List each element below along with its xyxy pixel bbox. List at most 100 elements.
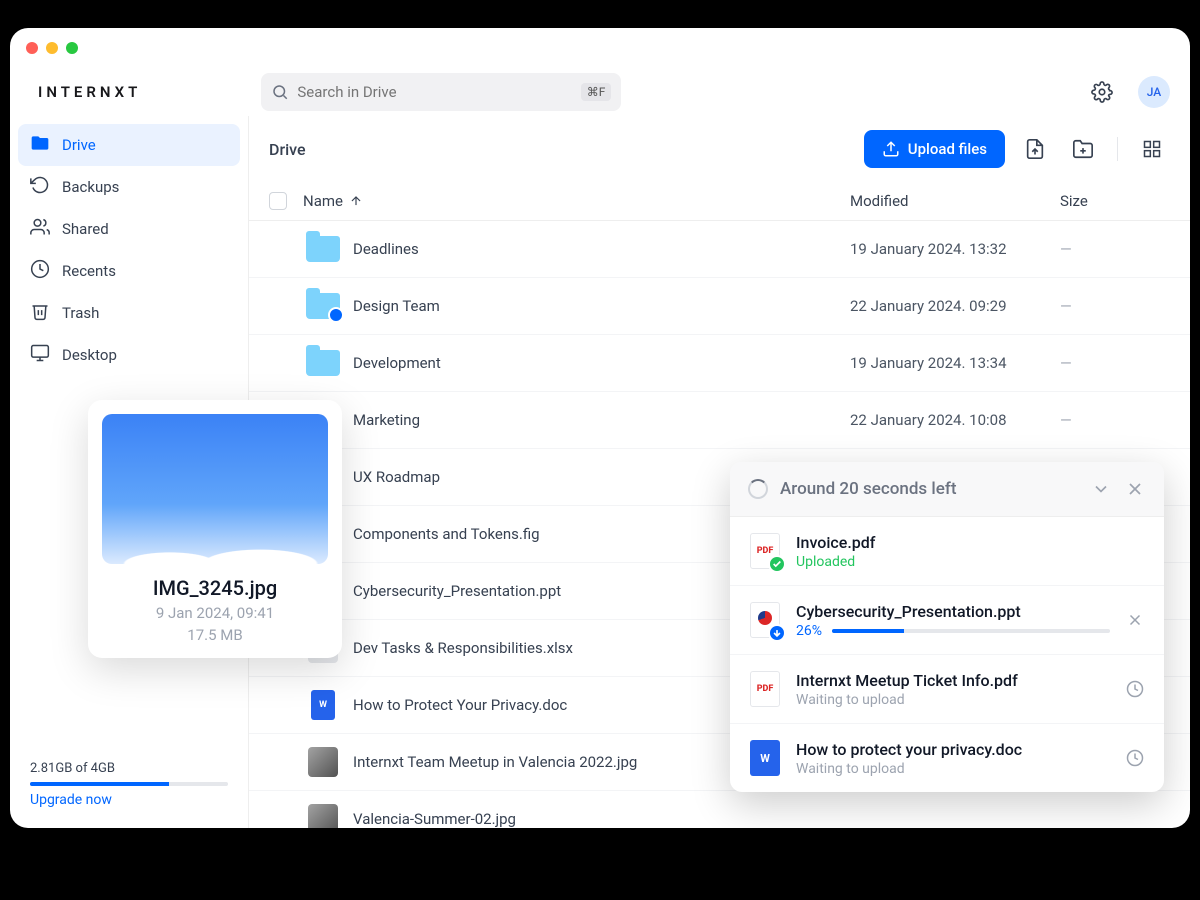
upload-progress-panel: Around 20 seconds left PDF Invoice.pdf Upl…	[730, 462, 1164, 792]
row-size: —	[1060, 297, 1170, 315]
upload-item: PDF Internxt Meetup Ticket Info.pdf Waitin…	[730, 655, 1164, 724]
column-size-header[interactable]: Size	[1060, 192, 1170, 210]
table-row[interactable]: Valencia-Summer-02.jpg	[249, 791, 1190, 828]
grid-icon	[1142, 139, 1162, 159]
row-size: —	[1060, 354, 1170, 372]
sidebar-item-backups[interactable]: Backups	[18, 166, 240, 208]
clock-icon	[30, 259, 50, 283]
upload-status: Waiting to upload	[796, 692, 1110, 708]
folder-icon	[306, 236, 340, 262]
storage-meter: 2.81GB of 4GB Upgrade now	[18, 749, 240, 820]
upload-item: PDFInvoice.pdfUploaded	[730, 517, 1164, 586]
sidebar-item-label: Recents	[62, 262, 116, 280]
table-row[interactable]: Marketing22 January 2024. 10:08—	[249, 392, 1190, 449]
sidebar-item-drive[interactable]: Drive	[18, 124, 240, 166]
row-modified: 19 January 2024. 13:32	[850, 240, 1060, 258]
close-panel-button[interactable]	[1124, 478, 1146, 500]
collapse-panel-button[interactable]	[1090, 478, 1112, 500]
sidebar-item-label: Shared	[62, 220, 109, 238]
folder-plus-icon	[1072, 138, 1094, 160]
storage-bar	[30, 782, 228, 786]
waiting-indicator	[1124, 747, 1146, 769]
table-row[interactable]: Development19 January 2024. 13:34—	[249, 335, 1190, 392]
spinner-icon	[748, 479, 768, 499]
upload-button-label: Upload files	[908, 140, 987, 158]
row-filename: Design Team	[353, 297, 850, 315]
columns-header: Name Modified Size	[249, 182, 1190, 221]
sidebar-item-recents[interactable]: Recents	[18, 250, 240, 292]
upload-status: 26%	[796, 623, 1110, 639]
trash-icon	[30, 301, 50, 325]
row-modified: 19 January 2024. 13:34	[850, 354, 1060, 372]
main-header: Drive Upload files	[249, 116, 1190, 182]
desktop-icon	[30, 343, 50, 367]
file-preview-card: IMG_3245.jpg 9 Jan 2024, 09:41 17.5 MB	[88, 400, 342, 658]
upload-file-toolbar-button[interactable]	[1017, 131, 1053, 167]
people-icon	[30, 217, 50, 241]
row-filename: Development	[353, 354, 850, 372]
view-grid-button[interactable]	[1134, 131, 1170, 167]
upload-filename: Cybersecurity_Presentation.ppt	[796, 602, 1110, 621]
minimize-window-button[interactable]	[46, 42, 58, 54]
sidebar-item-label: Desktop	[62, 346, 117, 364]
column-name-header[interactable]: Name	[303, 192, 850, 210]
titlebar	[10, 28, 1190, 68]
upload-item: Cybersecurity_Presentation.ppt 26%	[730, 586, 1164, 655]
cancel-upload-button[interactable]	[1124, 609, 1146, 631]
clock-icon	[1126, 680, 1144, 698]
preview-date: 9 Jan 2024, 09:41	[102, 604, 328, 622]
column-modified-header[interactable]: Modified	[850, 192, 1060, 210]
search-box[interactable]: ⌘F	[261, 73, 621, 111]
file-upload-icon	[1024, 138, 1046, 160]
search-shortcut: ⌘F	[581, 83, 612, 101]
upload-status: Waiting to upload	[796, 761, 1110, 777]
upload-files-button[interactable]: Upload files	[864, 130, 1005, 168]
sidebar-item-label: Trash	[62, 304, 99, 322]
gear-icon	[1091, 81, 1113, 103]
sidebar-item-label: Backups	[62, 178, 119, 196]
upgrade-link[interactable]: Upgrade now	[30, 792, 228, 808]
topbar: INTERNXT ⌘F JA	[10, 68, 1190, 116]
sidebar-item-trash[interactable]: Trash	[18, 292, 240, 334]
pdf-file-icon: PDF	[750, 671, 780, 707]
upload-item: WHow to protect your privacy.docWaiting …	[730, 724, 1164, 792]
progress-bar	[832, 629, 1110, 633]
close-icon	[1125, 479, 1145, 499]
new-folder-button[interactable]	[1065, 131, 1101, 167]
row-modified: 22 January 2024. 09:29	[850, 297, 1060, 315]
table-row[interactable]: Design Team22 January 2024. 09:29—	[249, 278, 1190, 335]
sidebar-item-label: Drive	[62, 136, 96, 154]
row-filename: Deadlines	[353, 240, 850, 258]
row-filename: Valencia-Summer-02.jpg	[353, 810, 850, 828]
table-row[interactable]: Deadlines19 January 2024. 13:32—	[249, 221, 1190, 278]
sidebar-item-desktop[interactable]: Desktop	[18, 334, 240, 376]
avatar[interactable]: JA	[1138, 76, 1170, 108]
upload-filename: Internxt Meetup Ticket Info.pdf	[796, 671, 1110, 690]
sidebar-item-shared[interactable]: Shared	[18, 208, 240, 250]
folder-icon	[306, 293, 340, 319]
folder-icon	[306, 350, 340, 376]
image-thumbnail	[308, 804, 338, 828]
upload-filename: Invoice.pdf	[796, 533, 1146, 552]
upload-icon	[882, 140, 900, 158]
waiting-indicator	[1124, 678, 1146, 700]
maximize-window-button[interactable]	[66, 42, 78, 54]
word-file-icon: W	[311, 690, 335, 720]
row-size: —	[1060, 411, 1170, 429]
upload-status: Uploaded	[796, 554, 1146, 570]
settings-button[interactable]	[1086, 76, 1118, 108]
search-input[interactable]	[297, 83, 572, 101]
sort-asc-icon	[349, 194, 363, 208]
upload-panel-header: Around 20 seconds left	[730, 462, 1164, 517]
clock-icon	[1126, 749, 1144, 767]
image-thumbnail	[308, 747, 338, 777]
row-modified: 22 January 2024. 10:08	[850, 411, 1060, 429]
history-icon	[30, 175, 50, 199]
word-file-icon: W	[750, 740, 780, 776]
select-all-checkbox[interactable]	[269, 192, 287, 210]
upload-eta: Around 20 seconds left	[780, 479, 956, 499]
brand-logo: INTERNXT	[38, 83, 141, 101]
check-icon	[768, 555, 786, 573]
close-window-button[interactable]	[26, 42, 38, 54]
preview-filename: IMG_3245.jpg	[102, 576, 328, 600]
